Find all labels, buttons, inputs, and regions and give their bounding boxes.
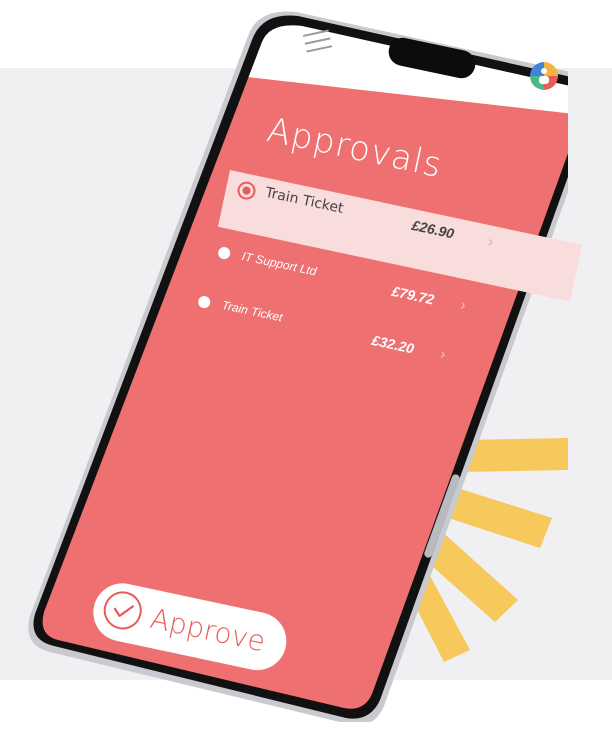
chevron-right-icon[interactable]: ›: [486, 233, 494, 251]
chevron-right-icon[interactable]: ›: [459, 297, 467, 315]
avatar-figure-icon: [539, 68, 549, 84]
radio-selected-icon[interactable]: [235, 179, 258, 202]
radio-icon[interactable]: [217, 245, 232, 261]
radio-icon[interactable]: [197, 294, 212, 310]
chevron-right-icon[interactable]: ›: [439, 346, 447, 364]
avatar[interactable]: [530, 62, 558, 90]
check-circle-icon: [100, 587, 146, 633]
approve-label: Approve: [147, 601, 269, 659]
